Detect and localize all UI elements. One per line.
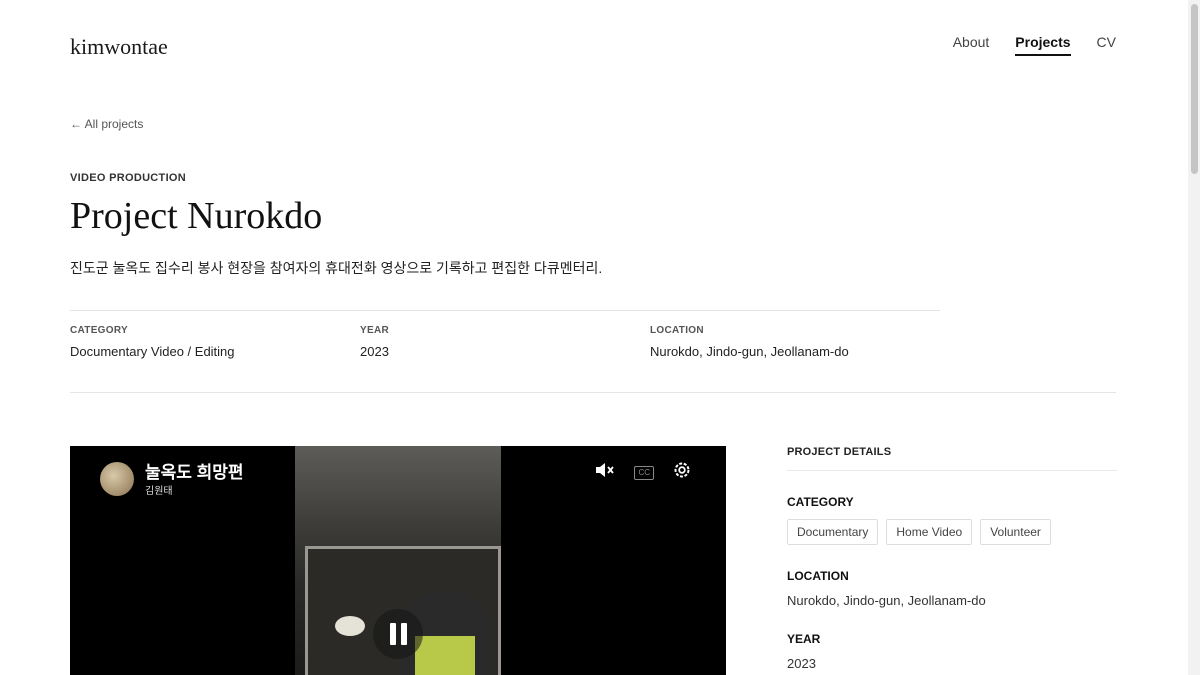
tag-home-video[interactable]: Home Video (886, 519, 973, 545)
meta-year: YEAR 2023 (360, 325, 389, 359)
meta-label: YEAR (360, 325, 389, 336)
meta-value: Nurokdo, Jindo-gun, Jeollanam-do (650, 344, 849, 359)
tag-volunteer[interactable]: Volunteer (980, 519, 1051, 545)
channel-avatar[interactable] (100, 462, 134, 496)
pause-icon (400, 623, 407, 645)
meta-label: CATEGORY (70, 325, 128, 336)
site-logo[interactable]: kimwontae (70, 34, 168, 60)
project-description: 진도군 눌옥도 집수리 봉사 현장을 참여자의 휴대전화 영상으로 기록하고 편… (70, 260, 603, 276)
mute-icon[interactable] (594, 461, 616, 484)
details-category-label: CATEGORY (787, 495, 854, 509)
divider (70, 310, 940, 311)
details-location-label: LOCATION (787, 569, 849, 583)
pause-icon (389, 623, 396, 645)
details-heading: PROJECT DETAILS (787, 446, 1117, 471)
details-year-label: YEAR (787, 632, 821, 646)
details-location-value: Nurokdo, Jindo-gun, Jeollanam-do (787, 593, 986, 608)
nav-about[interactable]: About (953, 34, 990, 56)
nav-projects[interactable]: Projects (1015, 34, 1071, 56)
meta-category: CATEGORY Documentary Video / Editing (70, 325, 235, 359)
settings-gear-icon[interactable] (672, 460, 692, 485)
meta-value: 2023 (360, 344, 389, 359)
page-title: Project Nurokdo (70, 195, 323, 237)
nav-cv[interactable]: CV (1097, 34, 1116, 56)
video-scene-light (335, 616, 365, 636)
meta-value: Documentary Video / Editing (70, 344, 235, 359)
tag-documentary[interactable]: Documentary (787, 519, 879, 545)
project-kicker: VIDEO PRODUCTION (70, 172, 187, 184)
project-details-panel: PROJECT DETAILS CATEGORY Documentary Hom… (787, 446, 1117, 671)
scrollbar-thumb[interactable] (1191, 4, 1198, 174)
divider (70, 392, 1116, 393)
video-title[interactable]: 눌옥도 희망편 (145, 458, 244, 483)
video-scene-vest (415, 636, 475, 675)
pause-button[interactable] (373, 609, 423, 659)
meta-label: LOCATION (650, 325, 704, 336)
captions-icon[interactable]: CC (634, 465, 654, 480)
top-nav: About Projects CV (953, 34, 1116, 56)
video-player[interactable]: 눌옥도 희망편 김원태 CC (70, 446, 726, 675)
details-year-value: 2023 (787, 656, 816, 671)
back-to-projects-link[interactable]: ← All projects (70, 117, 143, 131)
meta-location: LOCATION Nurokdo, Jindo-gun, Jeollanam-d… (650, 325, 849, 359)
category-tags: Documentary Home Video Volunteer (787, 519, 1117, 545)
video-top-controls: CC (594, 460, 692, 485)
video-channel-name[interactable]: 김원태 (145, 482, 173, 497)
page-scrollbar[interactable] (1188, 0, 1200, 675)
